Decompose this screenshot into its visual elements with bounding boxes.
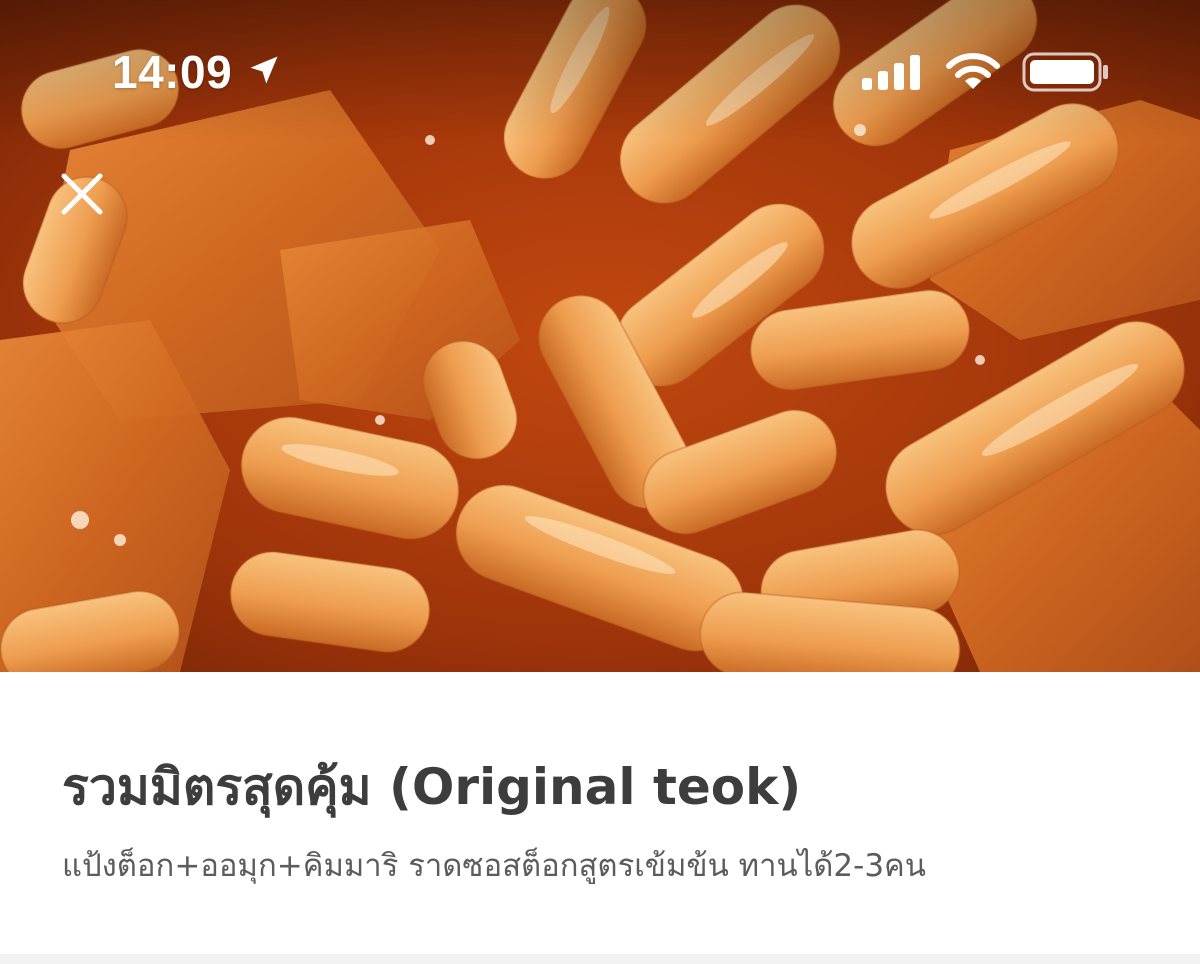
status-time: 14:09: [112, 46, 233, 98]
menu-item-detail-screen: 14:09 รวมมิตรสุดคุ้ม (Original teok) แป้…: [0, 0, 1200, 964]
battery-icon: [1022, 52, 1110, 96]
close-button[interactable]: [56, 168, 108, 220]
item-title: รวมมิตรสุดคุ้ม (Original teok): [62, 758, 802, 816]
location-arrow-icon: [246, 52, 282, 92]
wifi-icon: [946, 53, 1000, 95]
item-description: แป้งต็อก+ออมุก+คิมมาริ ราดซอสต็อกสูตรเข้…: [62, 848, 926, 884]
cellular-signal-icon: [862, 54, 924, 94]
status-icons: [862, 52, 1110, 96]
close-icon: [61, 173, 103, 215]
item-info-panel: รวมมิตรสุดคุ้ม (Original teok) แป้งต็อก+…: [0, 672, 1200, 954]
section-divider: [0, 954, 1200, 964]
status-time-group: 14:09: [112, 44, 282, 100]
status-bar: 14:09: [0, 0, 1200, 140]
